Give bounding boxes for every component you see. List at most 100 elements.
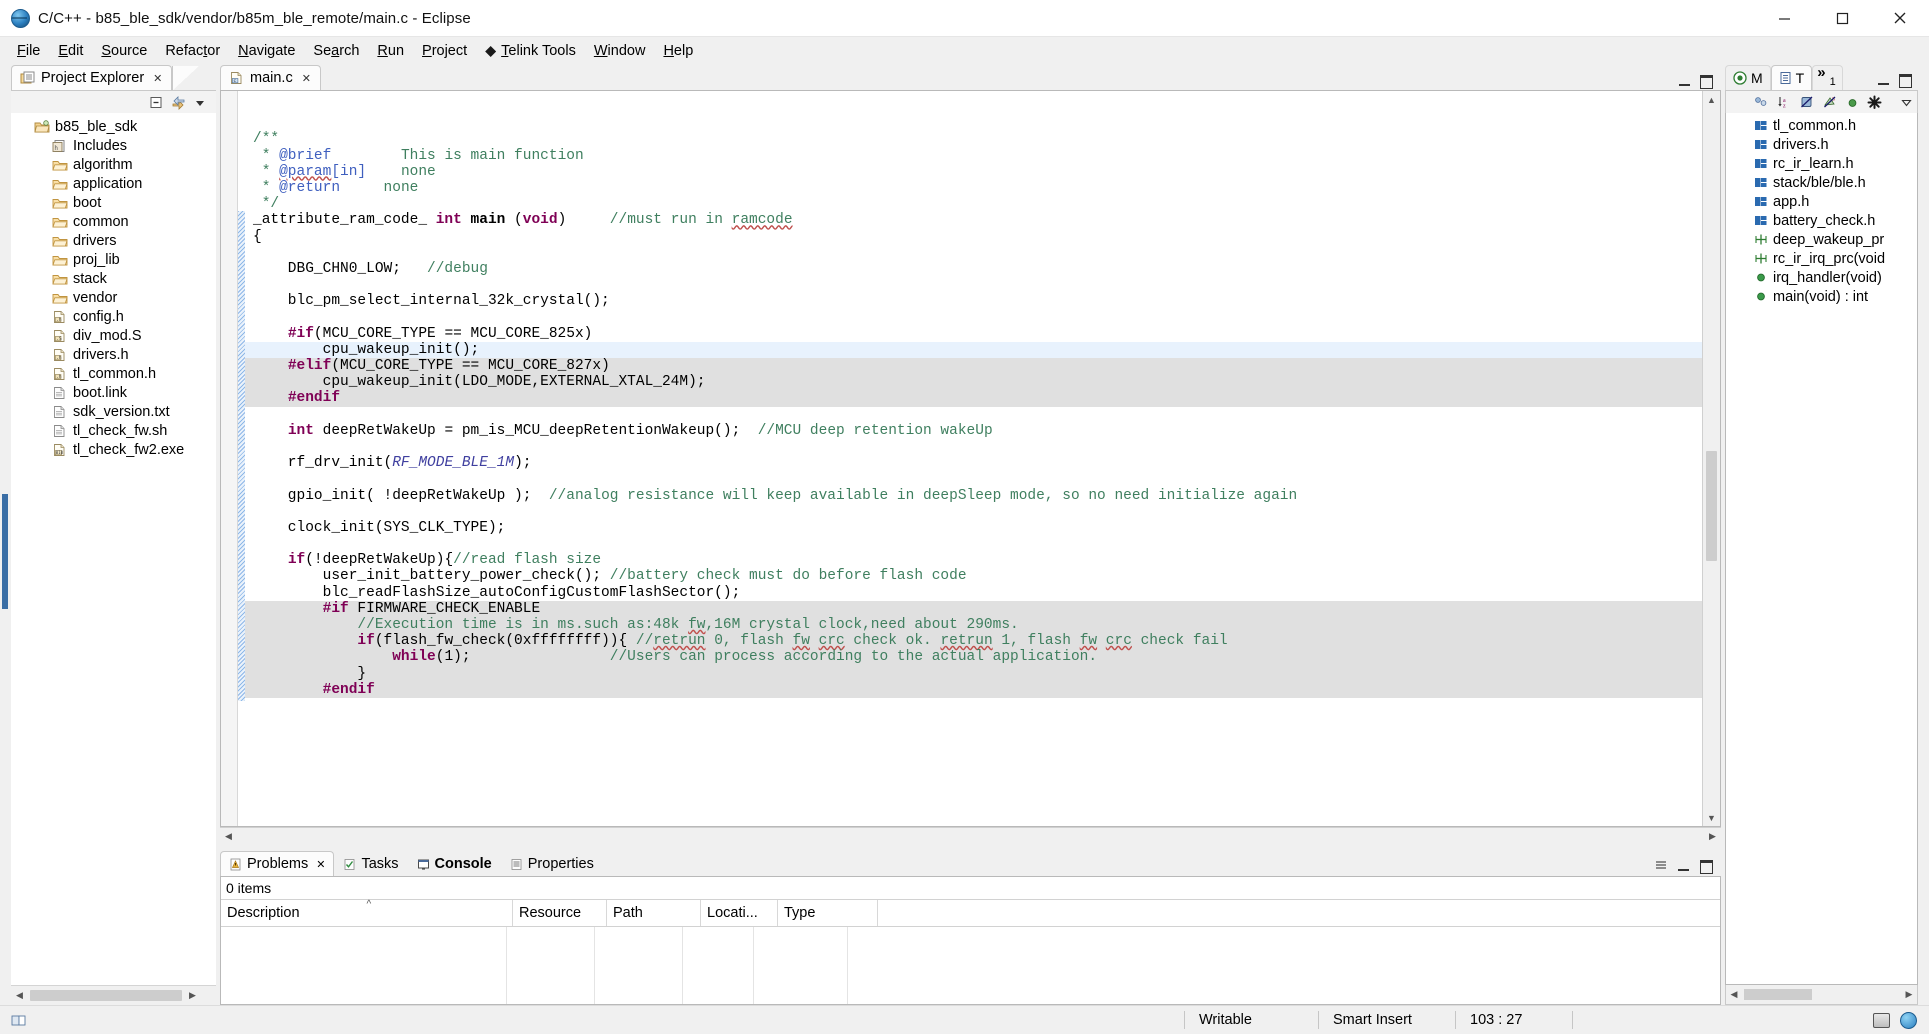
link-with-editor-icon[interactable] [171,95,186,110]
minimize-view-icon[interactable] [1878,74,1891,86]
maximize-button[interactable] [1813,0,1871,36]
outline-item[interactable]: tl_common.h [1726,116,1917,135]
close-button[interactable] [1871,0,1929,36]
view-menu-bars-icon[interactable] [1654,859,1669,872]
tab-console[interactable]: Console [408,851,501,876]
minimize-view-icon[interactable] [1679,75,1692,87]
view-menu-icon[interactable] [1900,96,1913,109]
perspective-icon[interactable] [10,1013,26,1027]
outline-item[interactable]: rc_ir_learn.h [1726,154,1917,173]
filter-icon[interactable] [1867,95,1882,110]
tree-item-tl-check-fw2-exe[interactable]: 010 tl_check_fw2.exe [11,440,216,459]
close-icon[interactable]: ✕ [153,72,162,85]
hide-static-icon[interactable]: S [1823,95,1838,109]
close-icon[interactable]: ✕ [302,72,311,85]
tree-item-config-h[interactable]: .h config.h [11,307,216,326]
tree-item-tl-check-fw-sh[interactable]: tl_check_fw.sh [11,421,216,440]
tree-item-div-mod-s[interactable]: .S div_mod.S [11,326,216,345]
scroll-thumb[interactable] [30,990,182,1001]
scroll-thumb[interactable] [1744,989,1812,1000]
sort-az-icon[interactable]: a z [1777,95,1792,109]
code-editor[interactable]: /** * @brief This is main function * @pa… [220,90,1721,827]
tab-outline[interactable]: T [1771,65,1813,90]
outline-item[interactable]: deep_wakeup_pr [1726,230,1917,249]
minimize-button[interactable] [1755,0,1813,36]
tree-item-includes[interactable]: h Includes [11,136,216,155]
scroll-thumb[interactable] [1706,451,1717,561]
outline-item[interactable]: drivers.h [1726,135,1917,154]
outline-hscrollbar[interactable]: ◀ ▶ [1725,985,1918,1005]
menu-navigate[interactable]: Navigate [229,40,304,62]
menu-window[interactable]: Window [585,40,655,62]
maximize-view-icon[interactable] [1700,75,1713,87]
outline-item[interactable]: irq_handler(void) [1726,268,1917,287]
menu-source[interactable]: Source [92,40,156,62]
tree-item-drivers-h[interactable]: .h drivers.h [11,345,216,364]
scroll-right-icon[interactable]: ▶ [1901,987,1917,1003]
project-explorer-hscrollbar[interactable]: ◀ ▶ [11,985,216,1005]
scroll-up-icon[interactable]: ▲ [1703,91,1720,108]
tree-item-sdk-version-txt[interactable]: sdk_version.txt [11,402,216,421]
column-description[interactable]: ^ Description [221,900,513,926]
code-text-area[interactable]: /** * @brief This is main function * @pa… [245,91,1702,826]
menu-file[interactable]: File [8,40,49,62]
tree-item-project[interactable]: b85_ble_sdk [11,117,216,136]
scroll-left-icon[interactable]: ◀ [1726,987,1742,1003]
maximize-view-icon[interactable] [1899,74,1912,86]
menu-project[interactable]: Project [413,40,476,62]
menu-help[interactable]: Help [654,40,702,62]
menu-run[interactable]: Run [368,40,413,62]
menu-edit[interactable]: Edit [49,40,92,62]
column-type[interactable]: Type [778,900,878,926]
tree-label: Includes [73,138,127,154]
scroll-right-icon[interactable]: ▶ [1704,828,1721,845]
column-resource[interactable]: Resource [513,900,607,926]
editor-annotation-ruler[interactable] [221,91,238,826]
tab-tasks[interactable]: Tasks [334,851,407,876]
column-location[interactable]: Locati... [701,900,778,926]
scroll-right-icon[interactable]: ▶ [184,987,201,1004]
tree-item-stack[interactable]: stack [11,269,216,288]
tab-properties[interactable]: Properties [501,851,603,876]
outline-item[interactable]: app.h [1726,192,1917,211]
tree-item-vendor[interactable]: vendor [11,288,216,307]
scroll-left-icon[interactable]: ◀ [11,987,28,1004]
outline-item[interactable]: battery_check.h [1726,211,1917,230]
editor-hscrollbar[interactable]: ◀ ▶ [220,827,1721,845]
tree-item-tl-common-h[interactable]: .h tl_common.h [11,364,216,383]
maximize-view-icon[interactable] [1700,860,1713,872]
minimize-view-icon[interactable] [1678,860,1691,872]
view-menu-icon[interactable] [193,95,208,110]
tree-item-boot-link[interactable]: boot.link [11,383,216,402]
collapse-all-icon[interactable] [149,95,164,110]
problems-table-rows[interactable] [221,927,1720,1004]
tree-item-proj-lib[interactable]: proj_lib [11,250,216,269]
tree-item-boot[interactable]: boot [11,193,216,212]
sort-group-icon[interactable] [1754,95,1769,109]
tab-make-target[interactable]: M [1725,65,1771,90]
project-tree[interactable]: b85_ble_sdk h Includes algorithm [11,113,216,985]
hide-nonpublic-icon[interactable] [1846,96,1859,109]
outline-item[interactable]: rc_ir_irq_prc(void [1726,249,1917,268]
outline-list[interactable]: tl_common.hdrivers.hrc_ir_learn.hstack/b… [1725,113,1918,985]
tree-item-application[interactable]: application [11,174,216,193]
tab-main-c[interactable]: c main.c ✕ [220,65,321,90]
close-icon[interactable]: ✕ [316,858,325,871]
hide-fields-icon[interactable] [1800,95,1815,109]
menu-telink-tools[interactable]: Telink Tools [476,40,585,62]
code-span: while [392,649,436,665]
tree-item-algorithm[interactable]: algorithm [11,155,216,174]
scroll-down-icon[interactable]: ▼ [1703,809,1720,826]
tab-problems[interactable]: Problems ✕ [220,851,334,876]
editor-vscrollbar[interactable]: ▲ ▼ [1702,91,1720,826]
tree-item-drivers[interactable]: drivers [11,231,216,250]
outline-item[interactable]: stack/ble/ble.h [1726,173,1917,192]
tab-project-explorer[interactable]: Project Explorer ✕ [11,65,172,90]
scroll-left-icon[interactable]: ◀ [220,828,237,845]
menu-refactor[interactable]: Refactor [156,40,229,62]
column-path[interactable]: Path [607,900,701,926]
outline-item[interactable]: main(void) : int [1726,287,1917,306]
menu-search[interactable]: Search [304,40,368,62]
tree-item-common[interactable]: common [11,212,216,231]
tab-more[interactable]: » 1 [1812,65,1842,90]
